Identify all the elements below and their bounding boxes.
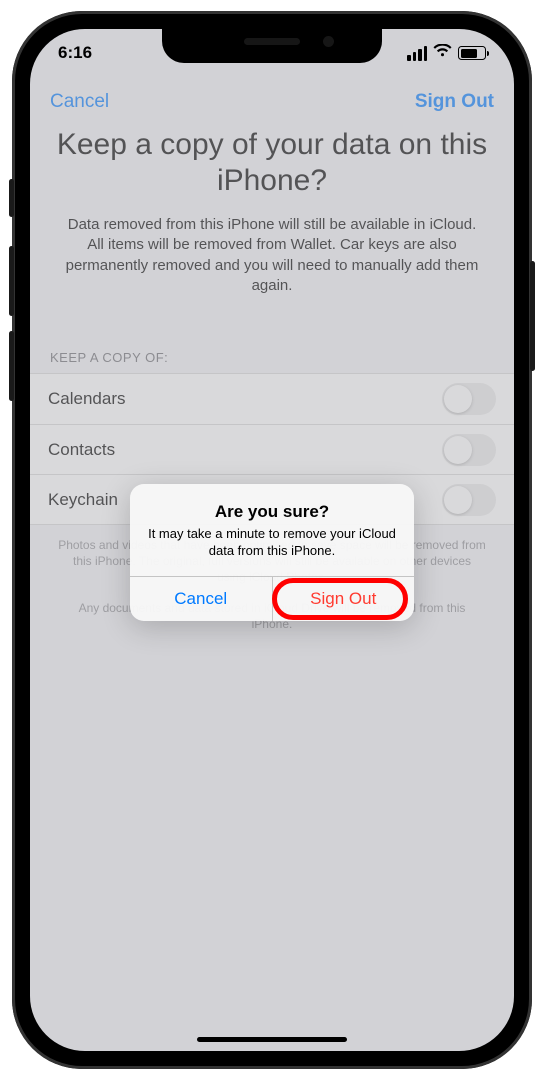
alert-message: It may take a minute to remove your iClo… [148, 526, 396, 560]
phone-frame: 6:16 Cancel Sign Out Keep a copy of your… [12, 11, 532, 1069]
confirm-alert: Are you sure? It may take a minute to re… [130, 484, 414, 621]
screen: 6:16 Cancel Sign Out Keep a copy of your… [30, 29, 514, 1051]
alert-signout-button[interactable]: Sign Out [273, 577, 415, 621]
alert-title: Are you sure? [148, 502, 396, 522]
alert-cancel-button[interactable]: Cancel [130, 577, 273, 621]
modal-overlay: Are you sure? It may take a minute to re… [30, 29, 514, 1051]
